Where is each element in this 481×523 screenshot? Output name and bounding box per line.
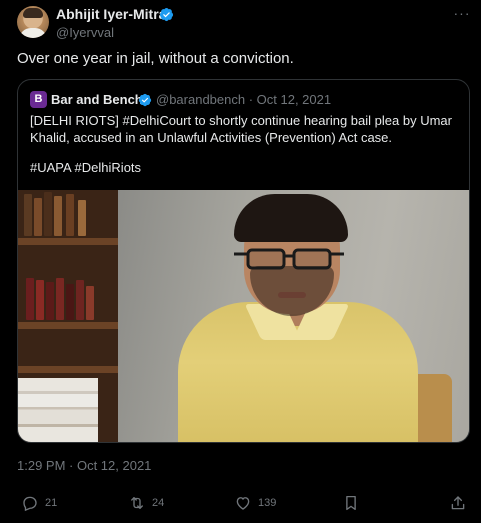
quoted-handle-date: @barandbench · Oct 12, 2021: [156, 92, 332, 107]
avatar-hair: [23, 8, 43, 18]
quoted-hashtags[interactable]: #UAPA #DelhiRiots: [30, 160, 141, 175]
bookmark-button[interactable]: [342, 490, 366, 516]
more-horizontal-icon[interactable]: ···: [452, 6, 472, 21]
quoted-text-line: [DELHI RIOTS] #DelhiCourt to shortly con…: [30, 113, 452, 128]
retweet-icon: [131, 497, 143, 509]
photo-mouth: [278, 292, 306, 298]
verified-badge-icon: [138, 93, 152, 107]
book: [56, 278, 64, 320]
author-handle[interactable]: @Iyervval: [56, 25, 114, 40]
tweet-timestamp[interactable]: 1:29 PM · Oct 12, 2021: [17, 458, 151, 473]
quoted-tweet[interactable]: B Bar and Bench @barandbench · Oct 12, 2…: [17, 79, 470, 443]
reply-button[interactable]: 21: [21, 490, 57, 516]
like-count: 139: [258, 497, 277, 509]
book: [24, 194, 32, 236]
book: [34, 198, 42, 236]
verified-badge-icon: [159, 7, 174, 22]
quoted-photo[interactable]: [18, 190, 469, 442]
share-button[interactable]: [449, 490, 473, 516]
retweet-button[interactable]: 24: [128, 490, 164, 516]
book: [54, 196, 62, 236]
author-avatar[interactable]: [17, 6, 49, 38]
book: [66, 194, 74, 236]
bookmark-icon: [346, 495, 356, 511]
book: [86, 286, 94, 320]
action-bar: 21 24 139: [0, 490, 481, 516]
quoted-account-avatar[interactable]: B: [30, 91, 47, 108]
author-name[interactable]: Abhijit Iyer-Mitra: [56, 6, 166, 22]
book: [36, 280, 44, 320]
avatar-shirt: [19, 28, 47, 38]
shelf-plank: [18, 322, 118, 329]
book: [66, 284, 74, 320]
tweet-text: Over one year in jail, without a convict…: [17, 50, 294, 67]
like-button[interactable]: 139: [234, 490, 276, 516]
reply-icon: [23, 496, 37, 512]
quoted-text-line: Khalid, accused in an Unlawful Activitie…: [30, 130, 393, 145]
retweet-count: 24: [152, 497, 165, 509]
quoted-text: [DELHI RIOTS] #DelhiCourt to shortly con…: [30, 112, 452, 146]
book: [78, 200, 86, 236]
reply-count: 21: [45, 497, 58, 509]
book: [26, 278, 34, 320]
shelf-plank: [18, 238, 118, 245]
photo-hair: [234, 194, 348, 242]
share-icon: [451, 496, 465, 510]
book: [76, 280, 84, 320]
quoted-account-name[interactable]: Bar and Bench: [51, 92, 143, 107]
heart-icon: [236, 497, 250, 510]
book: [44, 192, 52, 236]
tweet-card[interactable]: Abhijit Iyer-Mitra @Iyervval ··· Over on…: [0, 0, 481, 523]
book: [46, 282, 54, 320]
photo-papers: [18, 378, 98, 442]
shelf-plank: [18, 366, 118, 373]
photo-glasses: [234, 248, 344, 270]
